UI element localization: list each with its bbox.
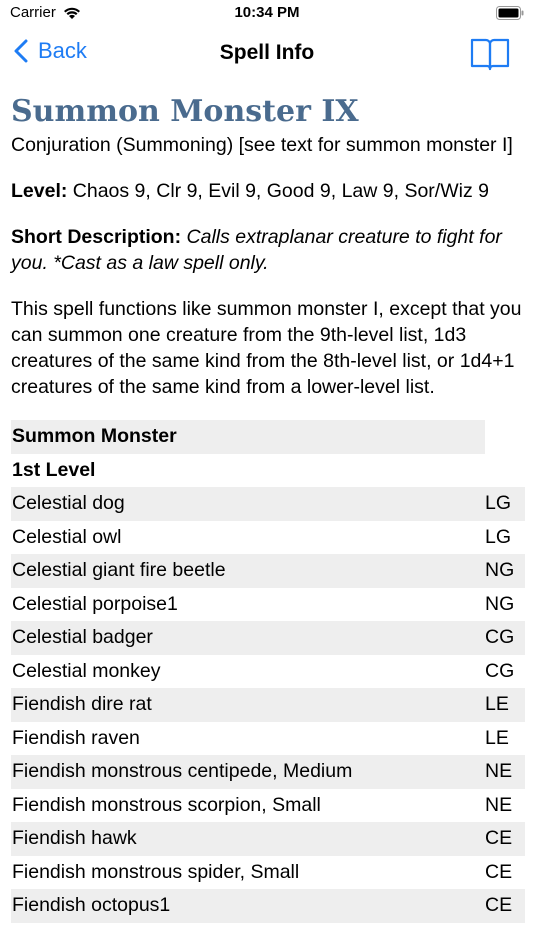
table-row: Fiendish octopus1 CE [11, 889, 525, 923]
creature-alignment: LG [485, 525, 512, 548]
short-description: Short Description: Calls extraplanar cre… [11, 224, 525, 276]
creature-alignment: CG [485, 659, 515, 682]
creature-name: Celestial owl [12, 525, 122, 548]
status-bar: Carrier 10:34 PM [0, 0, 534, 28]
creature-name: Celestial porpoise1 [12, 592, 178, 615]
clock: 10:34 PM [234, 4, 300, 21]
table-row: Celestial badger CG [11, 621, 525, 655]
spell-name: Summon Monster IX [11, 94, 359, 129]
creature-alignment: NE [485, 793, 513, 816]
creature-name: Celestial dog [12, 492, 125, 515]
table-row: Fiendish monstrous centipede, Medium NE [11, 755, 525, 789]
creature-name: Fiendish monstrous centipede, Medium [12, 760, 353, 783]
navigation-bar: Back Spell Info [0, 28, 534, 80]
page-title: Spell Info [219, 41, 315, 64]
spell-body-text: This spell functions like summon monster… [11, 298, 522, 398]
creature-name: Fiendish monstrous spider, Small [12, 860, 300, 883]
creature-name: Fiendish dire rat [12, 693, 152, 716]
table-row: Celestial porpoise1 NG [11, 588, 525, 622]
creature-alignment: CE [485, 860, 513, 883]
table-row: Fiendish dire rat LE [11, 688, 525, 722]
table-header: Summon Monster [11, 420, 485, 454]
creature-alignment: NG [485, 592, 515, 615]
creature-alignment: CE [485, 894, 513, 917]
table-body: Celestial dog LG Celestial owl LG Celestial … [11, 487, 525, 923]
creature-name: Fiendish octopus1 [12, 894, 171, 917]
creature-name: Fiendish raven [12, 726, 140, 749]
creature-alignment: CG [485, 626, 515, 649]
table-row: Fiendish monstrous scorpion, Small NE [11, 789, 525, 823]
short-description-label: Short Description: [11, 226, 182, 248]
spell-level: Level: Chaos 9, Clr 9, Evil 9, Good 9, L… [11, 178, 525, 204]
spell-detail: Summon Monster IX Conjuration (Summoning… [11, 92, 525, 923]
level-value: Chaos 9, Clr 9, Evil 9, Good 9, Law 9, S… [67, 180, 489, 202]
level-label: Level: [11, 180, 68, 202]
table-subheader-label: 1st Level [12, 458, 96, 481]
creature-alignment: CE [485, 827, 513, 850]
creature-name: Celestial badger [12, 626, 153, 649]
book-icon[interactable] [470, 37, 510, 71]
table-subheader: 1st Level [11, 454, 525, 488]
creature-alignment: NG [485, 559, 515, 582]
spell-school: Conjuration (Summoning) [see text for su… [11, 134, 513, 156]
table-row: Fiendish hawk CE [11, 822, 525, 856]
creature-name: Fiendish hawk [12, 827, 137, 850]
battery-icon [496, 6, 524, 20]
summon-monster-table: Summon Monster 1st Level Celestial dog LG… [11, 420, 525, 923]
table-row: Fiendish monstrous spider, Small CE [11, 856, 525, 890]
creature-alignment: LE [485, 693, 509, 716]
table-row: Celestial monkey CG [11, 655, 525, 689]
creature-alignment: NE [485, 760, 513, 783]
creature-name: Celestial giant fire beetle [12, 559, 226, 582]
creature-name: Fiendish monstrous scorpion, Small [12, 793, 321, 816]
table-row: Celestial giant fire beetle NG [11, 554, 525, 588]
creature-alignment: LG [485, 492, 512, 515]
table-row: Celestial owl LG [11, 521, 525, 555]
table-row: Fiendish raven LE [11, 722, 525, 756]
table-row: Celestial dog LG [11, 487, 525, 521]
creature-alignment: LE [485, 726, 509, 749]
table-header-label: Summon Monster [12, 425, 177, 448]
creature-name: Celestial monkey [12, 659, 161, 682]
